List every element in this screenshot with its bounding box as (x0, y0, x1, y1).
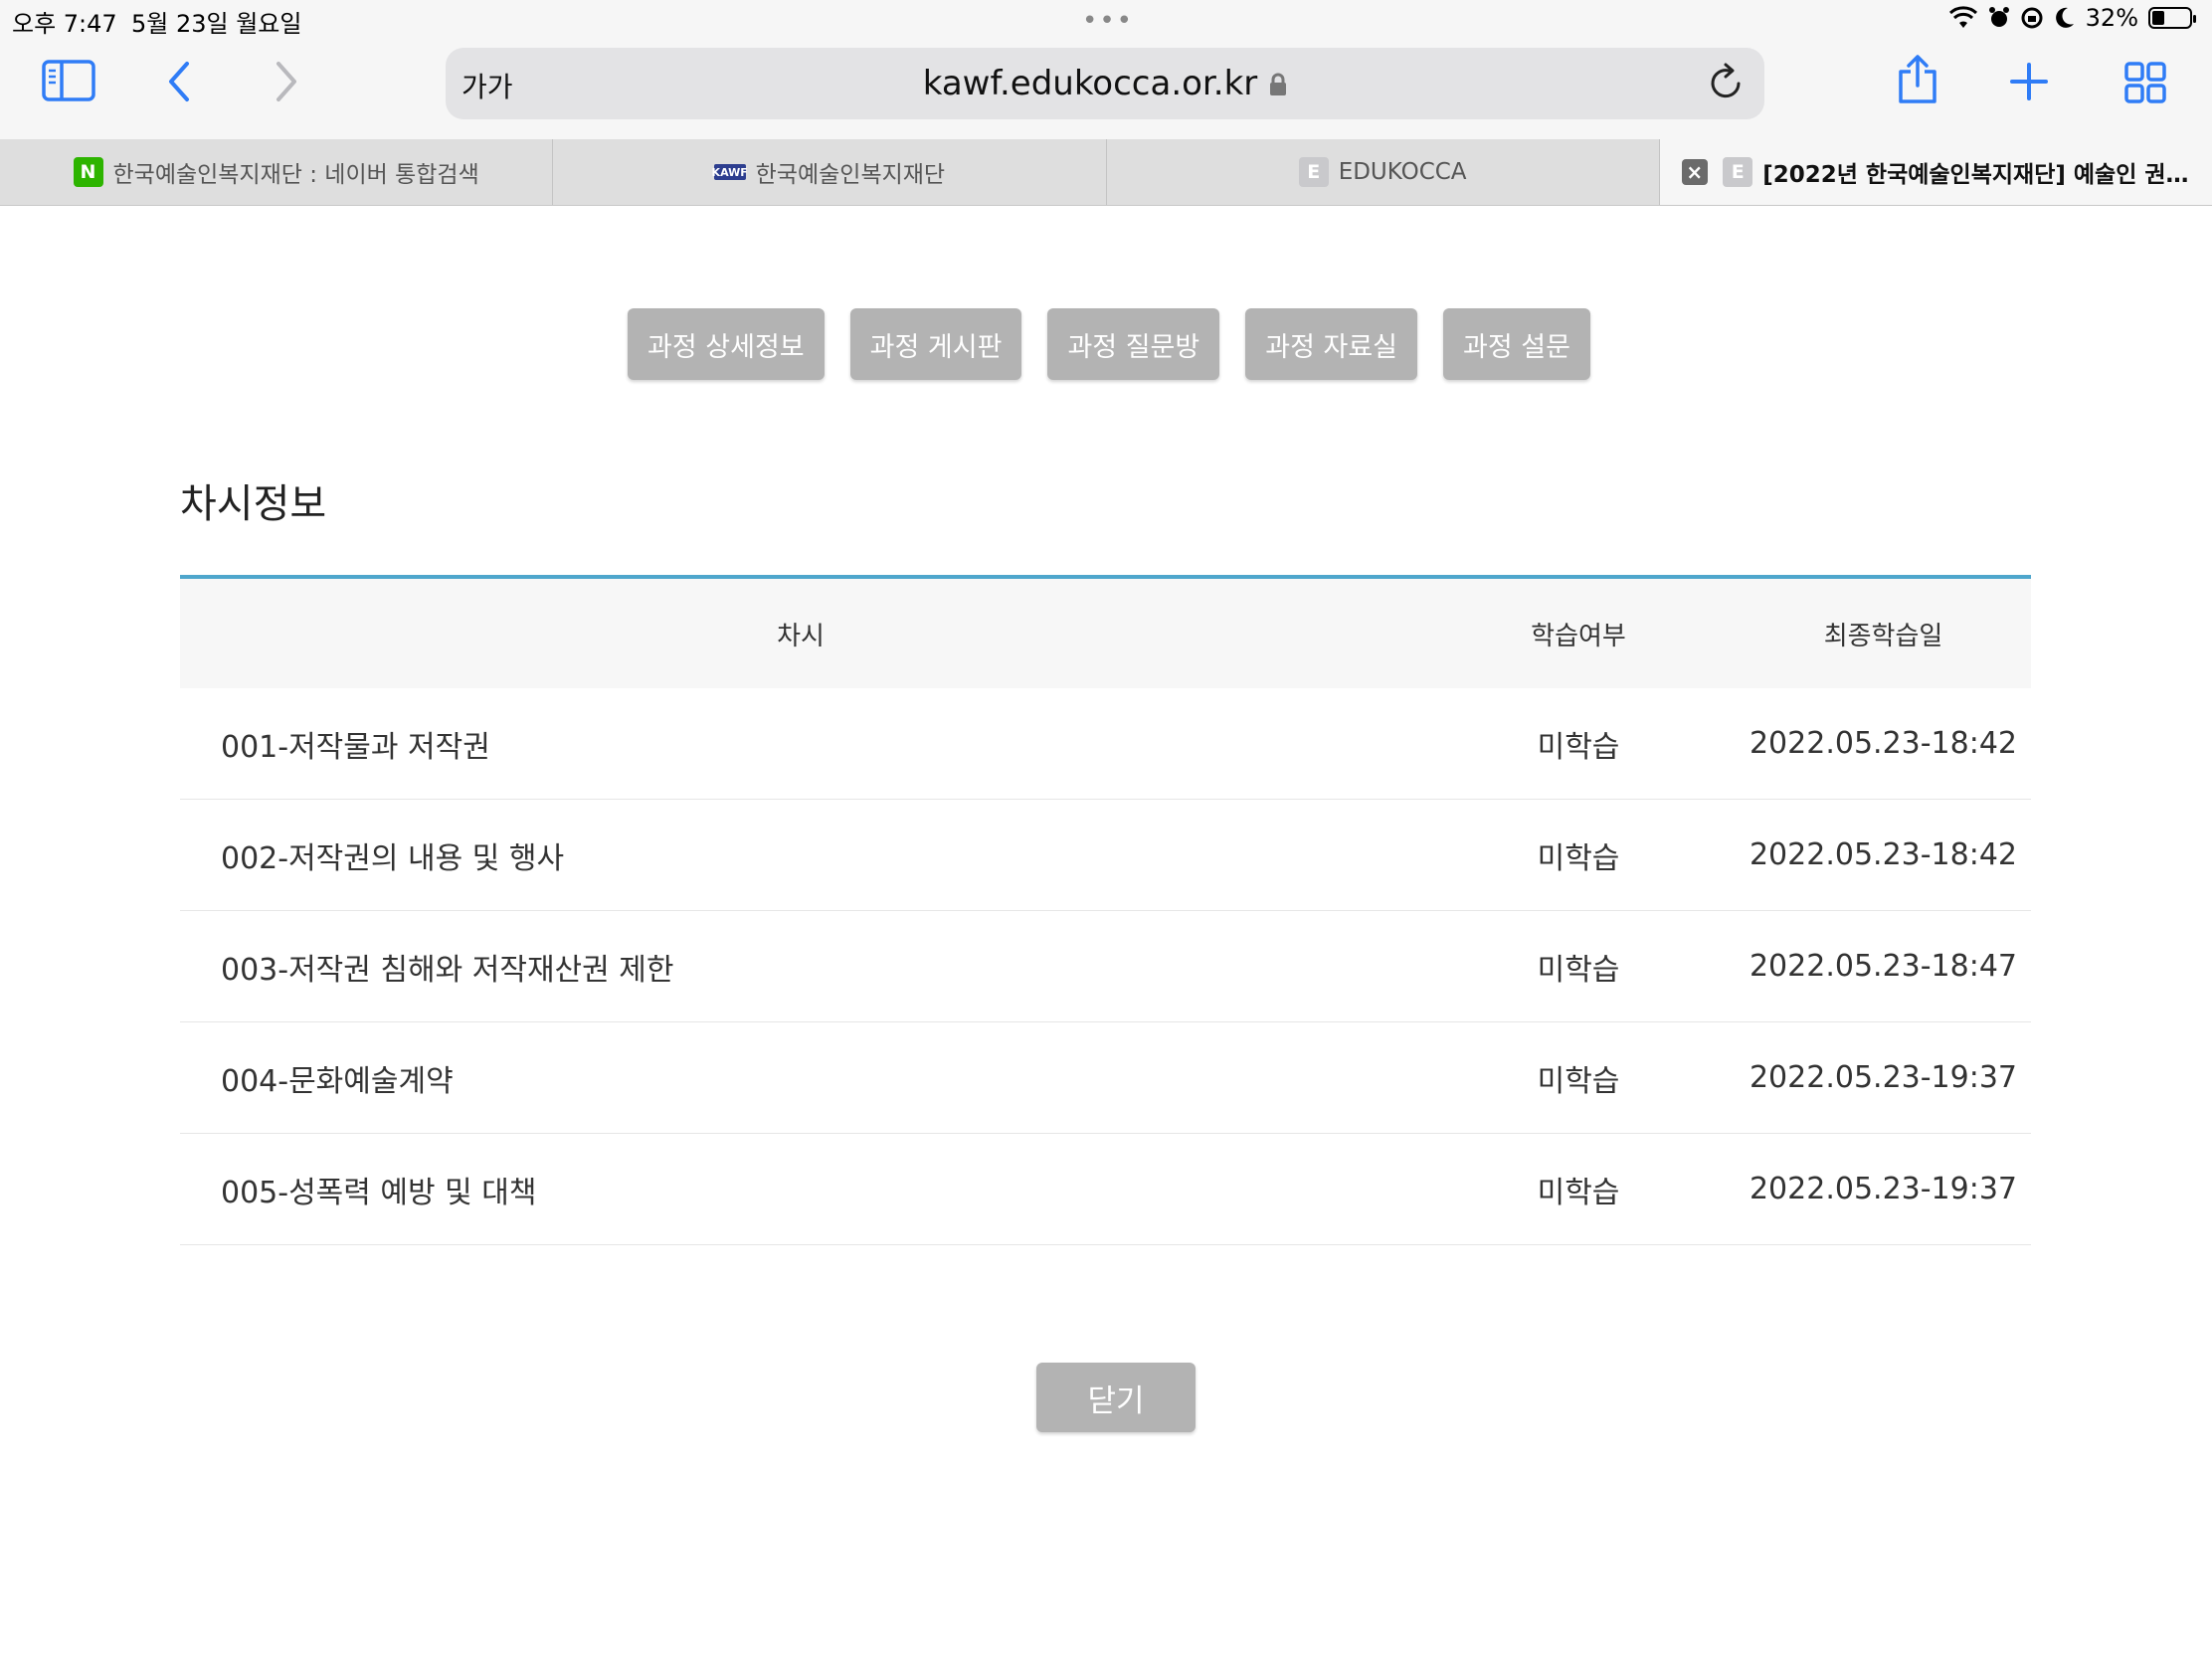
status-indicators: 32% (1948, 4, 2196, 32)
course-resources-button[interactable]: 과정 자료실 (1245, 308, 1418, 380)
lesson-title[interactable]: 004-문화예술계약 (180, 1056, 1421, 1100)
naver-favicon-icon: N (73, 157, 103, 187)
multitasking-dots-icon[interactable]: ••• (1082, 6, 1134, 36)
close-tab-icon[interactable]: × (1681, 159, 1708, 185)
course-detail-button[interactable]: 과정 상세정보 (628, 308, 825, 380)
lesson-title[interactable]: 003-저작권 침해와 저작재산권 제한 (180, 945, 1421, 989)
table-row[interactable]: 001-저작물과 저작권 미학습 2022.05.23-18:42 (180, 688, 2031, 800)
lesson-date: 2022.05.23-18:42 (1749, 726, 2018, 761)
url-display[interactable]: kawf.edukocca.or.kr (446, 64, 1764, 105)
alarm-icon (1988, 7, 2009, 27)
address-bar[interactable]: 가가 kawf.edukocca.or.kr (446, 48, 1764, 119)
status-time: 오후 7:47 (12, 10, 117, 38)
course-qna-button[interactable]: 과정 질문방 (1047, 308, 1220, 380)
course-survey-button[interactable]: 과정 설문 (1443, 308, 1590, 380)
tab-active-course[interactable]: × E [2022년 한국예술인복지재단] 예술인 권… (1659, 139, 2212, 205)
lesson-status: 미학습 (1537, 1175, 1620, 1210)
tab-label: 한국예술인복지재단 : 네이버 통합검색 (112, 162, 479, 188)
kawf-favicon-icon: KAWF (711, 164, 748, 180)
lesson-status: 미학습 (1537, 952, 1620, 988)
lesson-title[interactable]: 005-성폭력 예방 및 대책 (180, 1168, 1421, 1211)
url-text: kawf.edukocca.or.kr (922, 64, 1258, 103)
tab-label: EDUKOCCA (1338, 159, 1467, 185)
browser-toolbar: 가가 kawf.edukocca.or.kr (0, 40, 2212, 139)
tab-label: 한국예술인복지재단 (755, 162, 946, 188)
edukocca-favicon-icon: E (1723, 157, 1753, 187)
wifi-icon (1948, 6, 1977, 28)
battery-percent: 32% (2085, 4, 2138, 32)
new-tab-icon[interactable] (2009, 62, 2049, 101)
edukocca-favicon-icon: E (1298, 157, 1329, 187)
table-row[interactable]: 002-저작권의 내용 및 행사 미학습 2022.05.23-18:42 (180, 800, 2031, 911)
share-icon[interactable] (1896, 54, 1939, 105)
status-date: 5월 23일 월요일 (131, 10, 302, 38)
forward-icon[interactable] (273, 60, 300, 103)
sidebar-toggle-icon[interactable] (42, 60, 95, 101)
lesson-status: 미학습 (1537, 840, 1620, 876)
back-icon[interactable] (165, 60, 193, 103)
header-lesson: 차시 (777, 621, 825, 651)
tab-bar: N 한국예술인복지재단 : 네이버 통합검색 KAWF 한국예술인복지재단 E … (0, 139, 2212, 206)
table-row[interactable]: 005-성폭력 예방 및 대책 미학습 2022.05.23-19:37 (180, 1134, 2031, 1245)
battery-level (2152, 11, 2164, 25)
lesson-title[interactable]: 001-저작물과 저작권 (180, 722, 1421, 766)
status-bar: 오후 7:47 5월 23일 월요일 ••• 32% (0, 0, 2212, 40)
tab-naver-search[interactable]: N 한국예술인복지재단 : 네이버 통합검색 (0, 139, 554, 205)
lesson-status: 미학습 (1537, 729, 1620, 765)
rotation-lock-icon (2021, 7, 2043, 29)
tab-edukocca[interactable]: E EDUKOCCA (1107, 139, 1660, 205)
tab-label: [2022년 한국예술인복지재단] 예술인 권… (1762, 162, 2189, 188)
lesson-date: 2022.05.23-18:42 (1749, 837, 2018, 872)
lesson-title[interactable]: 002-저작권의 내용 및 행사 (180, 833, 1421, 877)
section-title: 차시정보 (180, 481, 327, 527)
table-row[interactable]: 004-문화예술계약 미학습 2022.05.23-19:37 (180, 1022, 2031, 1134)
course-board-button[interactable]: 과정 게시판 (849, 308, 1022, 380)
lesson-status: 미학습 (1537, 1063, 1620, 1099)
battery-icon (2148, 7, 2196, 29)
moon-icon (2055, 7, 2074, 28)
lock-icon (1269, 66, 1287, 105)
tab-kawf[interactable]: KAWF 한국예술인복지재단 (553, 139, 1107, 205)
table-row[interactable]: 003-저작권 침해와 저작재산권 제한 미학습 2022.05.23-18:4… (180, 911, 2031, 1022)
lesson-date: 2022.05.23-19:37 (1749, 1172, 2018, 1206)
header-status: 학습여부 (1531, 621, 1626, 651)
lesson-date: 2022.05.23-18:47 (1749, 949, 2018, 984)
course-nav: 과정 상세정보 과정 게시판 과정 질문방 과정 자료실 과정 설문 (0, 308, 2212, 380)
close-button[interactable]: 닫기 (1036, 1363, 1196, 1432)
reload-icon[interactable] (1707, 62, 1747, 107)
table-header: 차시 학습여부 최종학습일 (180, 579, 2031, 688)
lesson-date: 2022.05.23-19:37 (1749, 1060, 2018, 1095)
header-last-date: 최종학습일 (1823, 621, 1943, 651)
lesson-table: 차시 학습여부 최종학습일 001-저작물과 저작권 미학습 2022.05.2… (180, 575, 2031, 1245)
tab-overview-icon[interactable] (2124, 62, 2166, 103)
